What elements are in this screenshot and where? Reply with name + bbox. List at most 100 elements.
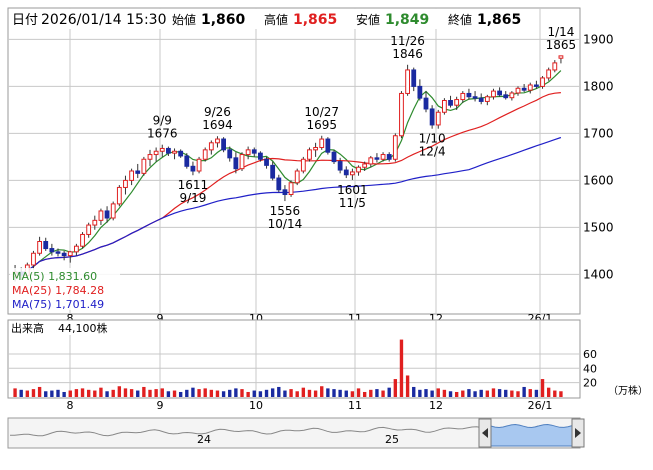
candle-body (80, 233, 85, 247)
annotation: 1/1012/4 (419, 132, 446, 159)
candle-body (491, 90, 496, 98)
header-high-label: 高値 (264, 12, 288, 27)
candle (202, 147, 208, 162)
annotation: 160111/5 (337, 183, 368, 210)
volume-bar (148, 389, 152, 397)
candle (288, 180, 294, 197)
candle (392, 133, 398, 162)
annotation-line2: 10/14 (268, 217, 303, 231)
candle-body (417, 85, 423, 99)
candle-body (257, 152, 263, 160)
annotation: 10/271695 (304, 105, 339, 132)
candle-body (405, 69, 411, 94)
volume-bar (467, 389, 471, 397)
stock-chart: 1400 1500 1600 1700 1800 1900 9/91676 16119/19… (7, 7, 648, 449)
candle (184, 153, 190, 169)
candle-body (233, 157, 239, 170)
candle-body (123, 179, 128, 188)
volume-bar (320, 386, 324, 397)
candle-body (441, 100, 447, 113)
volume-bar (332, 389, 336, 397)
volume-bar (111, 389, 115, 397)
volume-bar (154, 389, 158, 397)
price-y-tick: 1900 (583, 32, 614, 46)
candle-body (196, 158, 202, 172)
volume-bar (516, 391, 520, 397)
annotation: 1/141865 (546, 25, 577, 52)
candle-body (202, 149, 208, 160)
volume-bar (387, 387, 391, 397)
annotation-line2: 11/5 (339, 196, 366, 210)
volume-unit: （万株） (608, 384, 648, 397)
range-navigator[interactable]: 24 25 (7, 417, 585, 449)
volume-bar (117, 386, 122, 397)
volume-x-tick: 10 (249, 399, 263, 412)
candle-body (478, 97, 484, 102)
candle-body (270, 164, 276, 179)
volume-bar (393, 379, 398, 397)
annotation: 16119/19 (178, 178, 209, 205)
volume-bar (62, 391, 66, 397)
volume-x-tick: 26/1 (528, 399, 553, 412)
candle (221, 137, 227, 153)
ma-legend: MA(5) 1,831.60 MA(25) 1,784.28 MA(75) 1,… (10, 268, 120, 311)
volume-bar (534, 389, 539, 397)
candle-body (98, 210, 104, 221)
volume-bar (264, 389, 269, 397)
volume-bar (430, 390, 434, 397)
volume-x-axis: 8 9 10 11 12 26/1 (67, 399, 553, 412)
volume-bar (50, 390, 54, 397)
candle-body (172, 150, 177, 154)
candle-body (423, 97, 429, 110)
candle-body (374, 157, 380, 160)
volume-bar (528, 389, 532, 397)
volume-y-axis: 20 4060 (583, 348, 597, 390)
candle (441, 98, 447, 115)
volume-bar (209, 389, 214, 397)
volume-bar (234, 388, 238, 397)
candle-body (178, 150, 184, 157)
volume-bar (436, 388, 440, 397)
candle-body (264, 158, 269, 166)
candle (399, 91, 404, 139)
candle (239, 152, 245, 171)
annotation-line1: 1601 (337, 183, 368, 197)
candle (331, 149, 337, 164)
volume-bar (197, 389, 201, 397)
candle-body (307, 149, 312, 160)
volume-bar (99, 387, 103, 397)
candle-body (37, 241, 43, 254)
volume-bar (215, 390, 220, 397)
volume-bar (473, 391, 477, 397)
navigator-x-tick: 25 (385, 433, 399, 446)
candle-body (116, 186, 122, 205)
candle-body (521, 87, 527, 91)
candle (300, 156, 306, 174)
price-y-tick: 1700 (583, 126, 614, 140)
volume-bar (546, 387, 551, 397)
annotation: 11/261846 (390, 34, 425, 61)
volume-x-tick: 12 (429, 399, 443, 412)
navigator-right-handle[interactable] (571, 418, 585, 448)
volume-bar (252, 390, 256, 397)
price-y-axis: 1400 1500 1600 1700 1800 1900 (583, 32, 614, 281)
header-low-value: 1,849 (385, 12, 429, 28)
volume-bar (80, 388, 85, 397)
candle-body (349, 171, 355, 176)
candle (307, 147, 312, 162)
annotation-line1: 1556 (270, 204, 301, 218)
legend-ma25: MA(25) 1,784.28 (12, 284, 104, 297)
volume-bar (369, 389, 373, 397)
volume-bar (510, 390, 514, 397)
candle-body (429, 108, 435, 126)
candle-body (129, 170, 135, 181)
volume-y-tick: 60 (583, 348, 597, 361)
volume-bar (191, 387, 195, 397)
navigator-left-handle[interactable] (478, 418, 492, 448)
volume-bar (461, 390, 465, 397)
volume-bar (338, 389, 342, 397)
header-close-value: 1,865 (477, 12, 521, 28)
annotation-line2: 1676 (147, 127, 178, 141)
candle-body (337, 161, 343, 171)
navigator-selected-range (490, 423, 573, 447)
